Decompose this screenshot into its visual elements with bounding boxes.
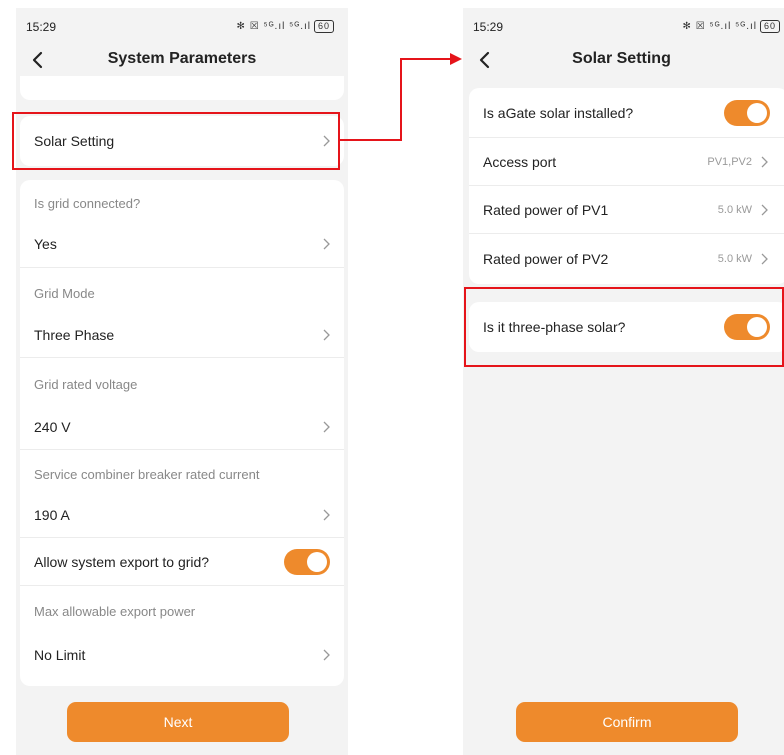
battery-icon: 60 [759,20,780,33]
chevron-right-icon [761,204,768,215]
next-button[interactable]: Next [67,702,289,742]
grid-mode-label: Grid Mode [34,285,95,301]
chevron-right-icon [761,253,768,265]
status-icons: ✻ ☒ ⁵ᴳ.ıl ⁵ᴳ.ıl 60 [237,20,334,33]
chevron-right-icon [323,509,330,520]
grid-voltage-value: 240 V [34,418,71,435]
status-time: 15:29 [26,20,57,34]
pv1-power-label: Rated power of PV1 [483,201,609,218]
solar-config-card: Is aGate solar installed? Access port PV… [469,88,784,284]
grid-settings-card: Is grid connected? Yes Grid Mode Three P… [20,180,344,686]
three-phase-highlight [464,287,784,367]
pv2-power-label: Rated power of PV2 [483,251,609,267]
previous-card [20,76,344,100]
max-export-sub-row: Max allowable export power [20,586,344,630]
grid-voltage-label: Grid rated voltage [34,376,138,392]
grid-connected-value: Yes [34,235,57,252]
signal-icons: ✻ ☒ ⁵ᴳ.ıl ⁵ᴳ.ıl [236,21,311,32]
nav-bar: System Parameters [16,44,348,76]
chevron-right-icon [323,238,330,249]
toggle-knob [307,551,327,572]
nav-bar: Solar Setting [463,44,784,76]
grid-mode-value: Three Phase [34,326,115,343]
max-export-row[interactable]: No Limit [20,630,344,680]
status-bar: 15:29 ✻ ☒ ⁵ᴳ.ıl ⁵ᴳ.ıl 60 [16,8,348,44]
grid-voltage-sub-row: Grid rated voltage [20,358,344,404]
breaker-current-label: Service combiner breaker rated current [34,466,260,482]
solar-installed-label: Is aGate solar installed? [483,104,634,121]
signal-icons: ✻ ☒ ⁵ᴳ.ıl ⁵ᴳ.ıl [682,21,757,32]
grid-connected-sub-row: Is grid connected? [20,180,344,220]
grid-connected-question: Is grid connected? [34,195,141,211]
export-to-grid-toggle[interactable] [284,548,330,575]
grid-voltage-row[interactable]: 240 V [20,404,344,450]
grid-mode-row[interactable]: Three Phase [20,312,344,358]
solar-setting-screen: 15:29 ✻ ☒ ⁵ᴳ.ıl ⁵ᴳ.ıl 60 Solar Setting Is… [463,8,784,755]
pv2-power-row[interactable]: Rated power of PV2 5.0 kW [469,234,784,284]
status-bar: 15:29 ✻ ☒ ⁵ᴳ.ıl ⁵ᴳ.ıl 60 [463,8,784,44]
breaker-sub-row: Service combiner breaker rated current [20,450,344,492]
confirm-button[interactable]: Confirm [516,702,738,742]
chevron-right-icon [323,649,330,661]
grid-mode-sub-row: Grid Mode [20,268,344,312]
chevron-right-icon [323,329,330,340]
page-title: System Parameters [107,50,257,67]
pv1-power-row[interactable]: Rated power of PV1 5.0 kW [469,186,784,234]
breaker-current-row[interactable]: 190 A [20,492,344,538]
battery-icon: 60 [313,20,334,33]
pv1-power-value: 5.0 kW [717,203,752,216]
solar-setting-highlight [12,112,340,170]
breaker-current-value: 190 A [34,506,70,523]
grid-connected-row[interactable]: Yes [20,220,344,268]
status-time: 15:29 [473,20,504,34]
max-export-label: Max allowable export power [34,603,196,619]
access-port-label: Access port [483,153,557,170]
access-port-value: PV1,PV2 [707,155,752,168]
chevron-right-icon [323,421,330,432]
page-title: Solar Setting [572,50,671,67]
max-export-value: No Limit [34,647,86,663]
pv2-power-value: 5.0 kW [717,253,752,265]
access-port-row[interactable]: Access port PV1,PV2 [469,138,784,186]
solar-installed-toggle[interactable] [724,99,770,126]
toggle-knob [747,102,767,123]
status-icons: ✻ ☒ ⁵ᴳ.ıl ⁵ᴳ.ıl 60 [683,20,780,33]
solar-installed-row: Is aGate solar installed? [469,88,784,138]
export-to-grid-label: Allow system export to grid? [34,553,210,570]
chevron-right-icon [761,156,768,167]
export-to-grid-row: Allow system export to grid? [20,538,344,586]
